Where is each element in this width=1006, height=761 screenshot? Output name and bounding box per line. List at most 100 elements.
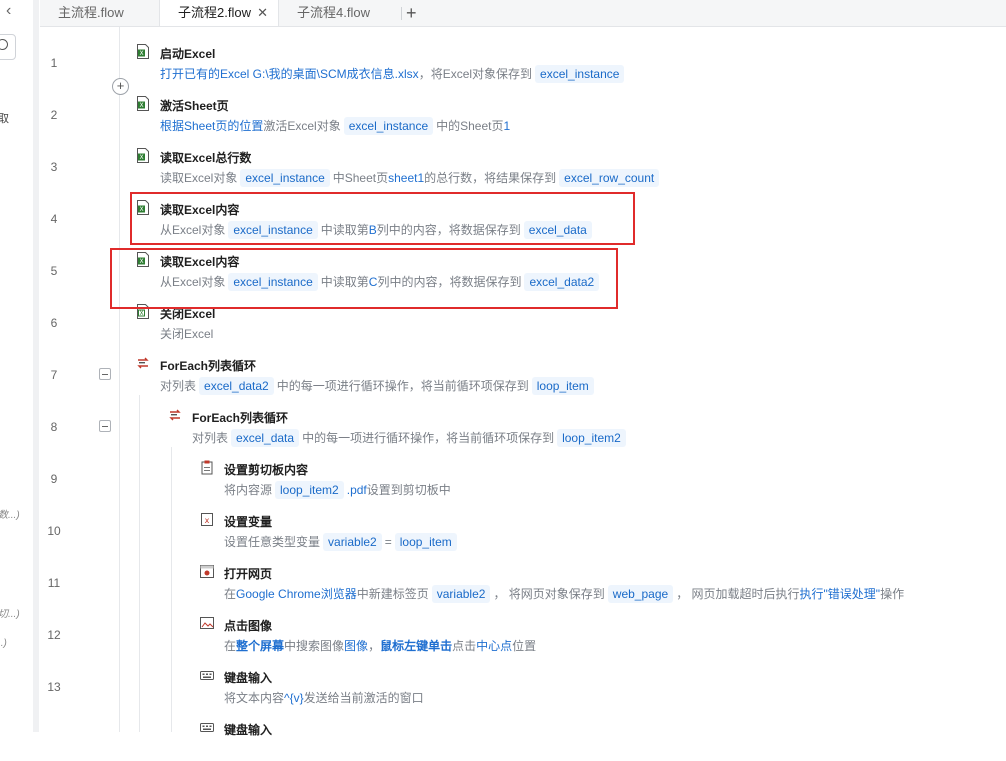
svg-text:X: X xyxy=(139,310,143,317)
param-link[interactable]: 1 xyxy=(504,119,511,133)
chevron-left-icon[interactable]: ‹ xyxy=(6,2,11,20)
desc-text: 中新建标签页 xyxy=(356,587,429,601)
line-number: 10 xyxy=(47,524,61,538)
line-number: 12 xyxy=(47,628,61,642)
param-link[interactable]: 中心点 xyxy=(476,639,512,653)
close-icon[interactable]: ✕ xyxy=(257,0,268,26)
desc-text: 激活Excel对象 xyxy=(263,119,341,133)
search-box[interactable] xyxy=(0,34,16,60)
flow-step[interactable]: X 启动Excel 打开已有的Excel G:\我的桌面\SCM成衣信息.xlsx，… xyxy=(136,41,980,85)
step-description: 打开已有的Excel G:\我的桌面\SCM成衣信息.xlsx，将Excel对象… xyxy=(160,64,627,84)
insert-step-button[interactable]: + xyxy=(112,78,129,95)
variable-tag[interactable]: excel_instance xyxy=(240,169,330,187)
step-description: 对列表 excel_data 中的每一项进行循环操作，将当前循环项保存到 loop_i… xyxy=(192,428,629,448)
flow-step[interactable]: ForEach列表循环对列表 excel_data 中的每一项进行循环操作，将当前循… xyxy=(168,405,980,449)
variable-tag[interactable]: loop_item xyxy=(394,533,457,551)
panel-splitter[interactable] xyxy=(33,0,39,732)
flow-step[interactable]: x 设置变量 设置任意类型变量 variable2 = loop_item xyxy=(200,509,980,553)
step-title: 读取Excel总行数 xyxy=(160,151,252,165)
desc-text: 中的每一项进行循环操作，将当前循环项保存到 xyxy=(276,379,529,393)
param-link[interactable]: ^{v} xyxy=(284,691,304,705)
panel-item-fragment[interactable]: 数...) xyxy=(0,506,20,521)
svg-text:X: X xyxy=(139,154,143,161)
line-number: 3 xyxy=(50,160,58,174)
variable-tag[interactable]: loop_item2 xyxy=(557,429,626,447)
gutter-guide xyxy=(119,27,120,732)
desc-text: 将内容源 xyxy=(224,483,273,497)
step-description: 在整个屏幕中搜索图像图像，鼠标左键单击点击中心点位置 xyxy=(224,636,536,656)
variable-tag[interactable]: web_page xyxy=(607,585,674,603)
variable-tag[interactable]: loop_item xyxy=(531,377,594,395)
param-link[interactable]: 鼠标左键单击 xyxy=(380,639,452,653)
tab-main-flow[interactable]: 主流程.flow xyxy=(40,0,159,26)
flow-step[interactable]: 打开网页 在Google Chrome浏览器中新建标签页 variable2， 将网… xyxy=(200,561,980,605)
param-link[interactable]: .pdf xyxy=(347,483,367,497)
variable-tag[interactable]: excel_instance xyxy=(535,65,625,83)
param-link[interactable]: 整个屏幕 xyxy=(236,639,284,653)
step-title: ForEach列表循环 xyxy=(192,411,289,425)
loop-icon xyxy=(168,408,182,423)
desc-text: 对列表 xyxy=(160,379,197,393)
param-link[interactable]: sheet1 xyxy=(388,171,424,185)
param-link[interactable]: 打开已有的Excel G:\我的桌面\SCM成衣信息.xlsx xyxy=(160,67,419,81)
desc-text: 对列表 xyxy=(192,431,229,445)
flow-canvas: + 1 X 启动Excel 打开已有的Excel G:\我的桌面\SCM成衣信息.xl… xyxy=(40,27,1006,737)
desc-text: 在 xyxy=(224,587,237,601)
desc-text: 中搜索图像 xyxy=(284,639,345,653)
variable-tag[interactable]: variable2 xyxy=(323,533,382,551)
step-description: 根据Sheet页的位置激活Excel对象 excel_instance 中的Shee… xyxy=(160,116,510,136)
tab-subflow-4[interactable]: 子流程4.flow xyxy=(279,0,399,26)
line-number: 7 xyxy=(50,368,58,382)
flow-step[interactable]: 键盘输入 xyxy=(200,717,980,761)
flow-step[interactable]: X 读取Excel总行数读取Excel对象 excel_instance 中Sheet… xyxy=(136,145,980,189)
panel-item-fragment[interactable]: 取 xyxy=(0,110,9,126)
desc-text: 操作 xyxy=(880,587,905,601)
step-title: 激活Sheet页 xyxy=(160,99,229,113)
svg-text:X: X xyxy=(139,50,143,57)
keyboard-icon xyxy=(200,720,214,735)
highlight-box xyxy=(110,248,618,309)
collapse-button[interactable] xyxy=(99,420,111,432)
panel-item-fragment[interactable]: 切...) xyxy=(0,605,20,620)
desc-text: 中的Sheet页 xyxy=(436,119,504,133)
variable-tag[interactable]: excel_data2 xyxy=(199,377,274,395)
flow-step[interactable]: ForEach列表循环 对列表 excel_data2 中的每一项进行循环操作，将当前… xyxy=(136,353,980,397)
param-link[interactable]: 图像 xyxy=(344,639,368,653)
flow-step[interactable]: 设置剪切板内容 将内容源 loop_item2 .pdf设置到剪切板中 xyxy=(200,457,980,501)
step-description: 读取Excel对象 excel_instance 中Sheet页sheet1的总行数… xyxy=(160,168,662,188)
param-link[interactable]: 根据Sheet页的位置 xyxy=(160,119,263,133)
clipboard-icon xyxy=(200,460,214,475)
param-link[interactable]: Google Chrome浏览器 xyxy=(236,587,357,601)
left-panel: ‹ 取 数...) 切...) ..) xyxy=(0,0,34,732)
param-link[interactable]: 执行"错误处理" xyxy=(800,587,881,601)
desc-text: ， 网页加载超时后执行 xyxy=(676,587,800,601)
line-number: 6 xyxy=(50,316,58,330)
collapse-button[interactable] xyxy=(99,368,111,380)
loop-icon xyxy=(136,356,150,371)
variable-tag[interactable]: excel_row_count xyxy=(559,169,660,187)
step-description: 在Google Chrome浏览器中新建标签页 variable2， 将网页对象保… xyxy=(224,584,904,604)
flow-step[interactable]: X 激活Sheet页根据Sheet页的位置激活Excel对象 excel_insta… xyxy=(136,93,980,137)
excel-sheet-icon: X xyxy=(136,96,150,111)
tab-label: 子流程2.flow xyxy=(178,5,251,20)
desc-text: 读取Excel对象 xyxy=(160,171,238,185)
add-tab-button[interactable]: + xyxy=(406,0,417,26)
step-title: ForEach列表循环 xyxy=(160,359,257,373)
tab-label: 主流程.flow xyxy=(58,5,124,20)
variable-tag[interactable]: loop_item2 xyxy=(275,481,344,499)
flow-step[interactable]: 键盘输入 将文本内容^{v}发送给当前激活的窗口 xyxy=(200,665,980,709)
desc-text: 位置 xyxy=(512,639,537,653)
variable-tag[interactable]: variable2 xyxy=(431,585,491,603)
variable-tag[interactable]: excel_data xyxy=(231,429,300,447)
variable-tag[interactable]: excel_instance xyxy=(343,117,434,135)
search-icon xyxy=(0,39,8,50)
desc-text: 的总行数，将结果保存到 xyxy=(424,171,557,185)
panel-item-fragment[interactable]: ..) xyxy=(0,638,7,649)
tab-subflow-2[interactable]: 子流程2.flow ✕ xyxy=(159,0,279,26)
tab-label: 子流程4.flow xyxy=(297,5,370,20)
excel-run-icon: X xyxy=(136,44,150,59)
line-number: 8 xyxy=(50,420,58,434)
flow-step[interactable]: 点击图像 在整个屏幕中搜索图像图像，鼠标左键单击点击中心点位置 xyxy=(200,613,980,657)
image-icon xyxy=(200,616,214,631)
step-title: 键盘输入 xyxy=(224,671,273,685)
